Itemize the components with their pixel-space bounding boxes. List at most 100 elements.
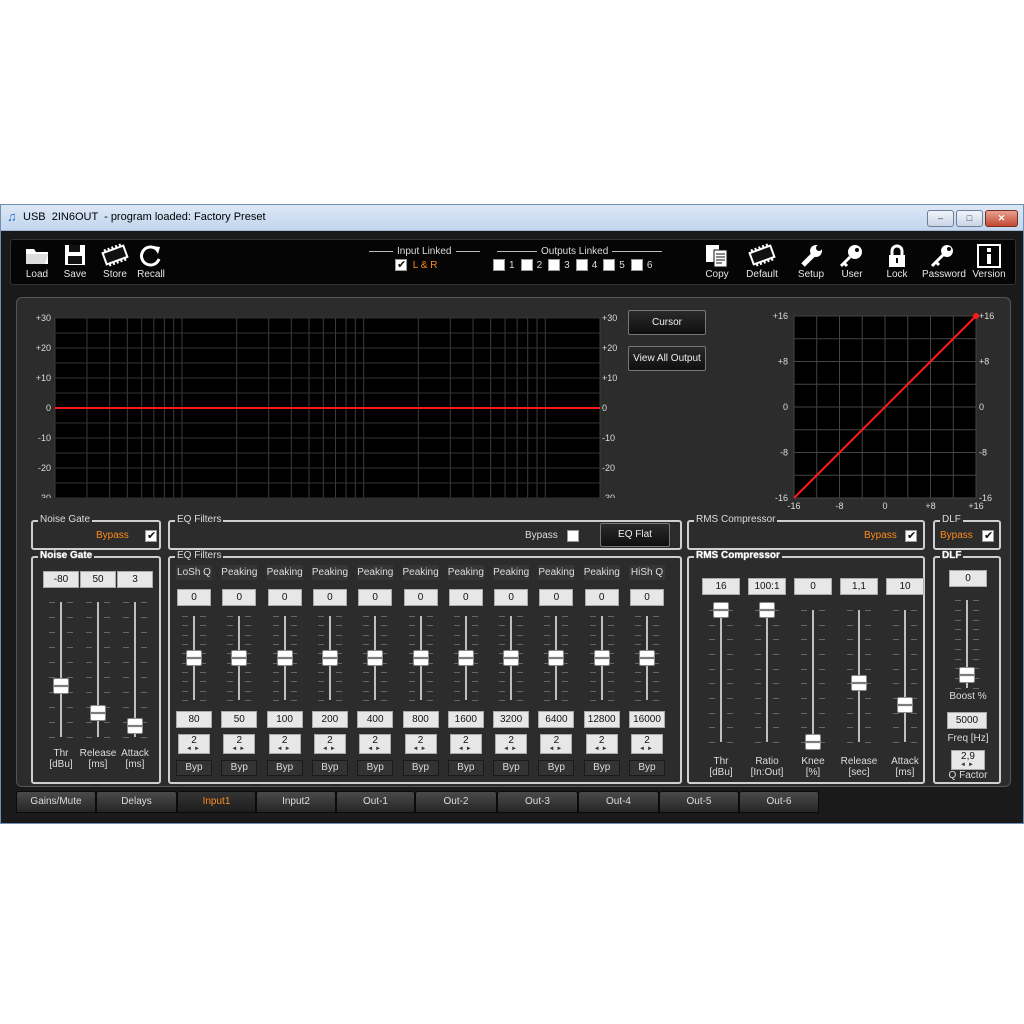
tab-out-6[interactable]: Out-6 bbox=[739, 791, 819, 813]
dlf-freq-value[interactable]: 5000 bbox=[947, 712, 987, 729]
eq-band-q-9[interactable]: 2 ◄► bbox=[585, 734, 618, 754]
eq-band-fader-8-thumb[interactable] bbox=[548, 650, 565, 666]
eq-response-graph[interactable]: +30+30+20+20+10+1000-10-10-20-20-30-3020… bbox=[25, 308, 625, 498]
output-link-checkbox-6[interactable] bbox=[630, 259, 643, 271]
eq-band-type-5[interactable]: Peaking bbox=[402, 565, 439, 580]
rms-bypass-checkbox[interactable] bbox=[905, 529, 917, 542]
eq-band-bypass-4[interactable]: Byp bbox=[357, 760, 394, 776]
eq-band-gain-8[interactable]: 0 bbox=[539, 589, 574, 606]
eq-band-freq-4[interactable]: 400 bbox=[357, 711, 394, 728]
close-button[interactable]: ✕ bbox=[985, 210, 1018, 227]
eq-band-fader-7-thumb[interactable] bbox=[503, 650, 520, 666]
output-link-checkbox-3[interactable] bbox=[548, 259, 561, 271]
password-button[interactable]: Password bbox=[922, 243, 966, 281]
eq-band-gain-0[interactable]: 0 bbox=[177, 589, 211, 606]
copy-button[interactable]: Copy bbox=[697, 243, 737, 281]
eq-band-fader-10-thumb[interactable] bbox=[639, 650, 655, 666]
eq-band-bypass-2[interactable]: Byp bbox=[266, 760, 303, 776]
rms-fader-1-thumb[interactable] bbox=[759, 602, 775, 618]
cursor-button[interactable]: Cursor bbox=[628, 310, 706, 335]
tab-delays[interactable]: Delays bbox=[96, 791, 177, 813]
output-link-checkbox-5[interactable] bbox=[603, 259, 616, 271]
eq-band-gain-3[interactable]: 0 bbox=[312, 589, 347, 606]
eq-band-gain-4[interactable]: 0 bbox=[358, 589, 393, 606]
input-linked-checkbox[interactable] bbox=[395, 258, 407, 271]
rms-fader-4-track[interactable] bbox=[904, 610, 906, 742]
eq-band-bypass-7[interactable]: Byp bbox=[493, 760, 530, 776]
eq-band-fader-2-thumb[interactable] bbox=[276, 650, 293, 666]
rms-fader-0-track[interactable] bbox=[720, 610, 722, 742]
output-link-checkbox-2[interactable] bbox=[520, 259, 533, 271]
version-button[interactable]: Version bbox=[969, 243, 1009, 281]
eq-band-fader-6-thumb[interactable] bbox=[457, 650, 474, 666]
maximize-button[interactable]: □ bbox=[956, 210, 983, 227]
eq-band-bypass-8[interactable]: Byp bbox=[538, 760, 575, 776]
eq-band-type-1[interactable]: Peaking bbox=[221, 565, 257, 580]
tab-out-2[interactable]: Out-2 bbox=[415, 791, 497, 813]
view-all-output-button[interactable]: View All Output bbox=[628, 346, 706, 371]
tab-out-1[interactable]: Out-1 bbox=[336, 791, 415, 813]
eq-band-freq-2[interactable]: 100 bbox=[266, 711, 303, 728]
eq-band-q-0[interactable]: 2 ◄► bbox=[178, 734, 210, 754]
eq-band-type-2[interactable]: Peaking bbox=[266, 565, 303, 580]
dlf-value[interactable]: 0 bbox=[949, 570, 987, 587]
tab-out-3[interactable]: Out-3 bbox=[497, 791, 578, 813]
eq-band-bypass-0[interactable]: Byp bbox=[176, 760, 212, 776]
dlf-q-value[interactable]: 2,9 ◄► bbox=[951, 750, 985, 770]
eq-band-bypass-5[interactable]: Byp bbox=[402, 760, 439, 776]
eq-band-freq-10[interactable]: 16000 bbox=[629, 711, 665, 728]
noise-gate-fader-1-thumb[interactable] bbox=[90, 704, 106, 721]
noise-gate-value-0[interactable]: -80 bbox=[43, 571, 79, 588]
store-button[interactable]: Store bbox=[95, 243, 135, 281]
eq-band-fader-4-thumb[interactable] bbox=[367, 650, 384, 666]
eq-band-q-10[interactable]: 2 ◄► bbox=[631, 734, 663, 754]
eq-band-bypass-9[interactable]: Byp bbox=[583, 760, 620, 776]
eq-flat-button[interactable]: EQ Flat bbox=[600, 523, 670, 547]
eq-band-freq-5[interactable]: 800 bbox=[402, 711, 439, 728]
lock-button[interactable]: Lock bbox=[877, 243, 917, 281]
eq-band-type-9[interactable]: Peaking bbox=[583, 565, 620, 580]
load-button[interactable]: Load bbox=[17, 243, 57, 281]
setup-button[interactable]: Setup bbox=[791, 243, 831, 281]
eq-band-freq-3[interactable]: 200 bbox=[311, 711, 348, 728]
eq-band-freq-8[interactable]: 6400 bbox=[538, 711, 575, 728]
eq-band-freq-7[interactable]: 3200 bbox=[493, 711, 530, 728]
eq-band-q-7[interactable]: 2 ◄► bbox=[495, 734, 528, 754]
eq-band-gain-7[interactable]: 0 bbox=[494, 589, 529, 606]
rms-fader-4-thumb[interactable] bbox=[897, 697, 913, 714]
eq-band-gain-10[interactable]: 0 bbox=[630, 589, 664, 606]
eq-band-type-4[interactable]: Peaking bbox=[357, 565, 393, 580]
dlf-boost-fader-thumb[interactable] bbox=[959, 666, 975, 683]
eq-band-bypass-6[interactable]: Byp bbox=[447, 760, 484, 776]
eq-band-type-0[interactable]: LoSh Q bbox=[176, 565, 212, 580]
eq-band-fader-0-thumb[interactable] bbox=[186, 650, 202, 666]
rms-value-2[interactable]: 0 bbox=[794, 578, 832, 595]
eq-band-gain-1[interactable]: 0 bbox=[222, 589, 257, 606]
rms-value-1[interactable]: 100:1 bbox=[748, 578, 786, 595]
eq-band-type-6[interactable]: Peaking bbox=[447, 565, 484, 580]
tab-out-4[interactable]: Out-4 bbox=[578, 791, 659, 813]
default-button[interactable]: Default bbox=[742, 243, 782, 281]
eq-band-fader-1-thumb[interactable] bbox=[231, 650, 248, 666]
rms-value-3[interactable]: 1,1 bbox=[840, 578, 878, 595]
noise-gate-fader-0-track[interactable] bbox=[60, 602, 62, 737]
eq-band-type-7[interactable]: Peaking bbox=[493, 565, 529, 580]
eq-bypass-checkbox[interactable] bbox=[567, 530, 579, 542]
noise-gate-fader-0-thumb[interactable] bbox=[53, 677, 69, 694]
eq-band-q-8[interactable]: 2 ◄► bbox=[540, 734, 573, 754]
rms-value-0[interactable]: 16 bbox=[702, 578, 740, 595]
eq-band-freq-1[interactable]: 50 bbox=[221, 711, 258, 728]
eq-band-fader-3-thumb[interactable] bbox=[321, 650, 338, 666]
tab-out-5[interactable]: Out-5 bbox=[659, 791, 739, 813]
eq-band-gain-5[interactable]: 0 bbox=[403, 589, 438, 606]
rms-fader-1-track[interactable] bbox=[766, 610, 768, 742]
minimize-button[interactable]: – bbox=[927, 210, 954, 227]
rms-fader-2-thumb[interactable] bbox=[805, 734, 821, 750]
eq-band-fader-5-thumb[interactable] bbox=[412, 650, 429, 666]
tab-input2[interactable]: Input2 bbox=[256, 791, 336, 813]
eq-band-q-4[interactable]: 2 ◄► bbox=[359, 734, 392, 754]
eq-band-q-1[interactable]: 2 ◄► bbox=[223, 734, 256, 754]
noise-gate-value-2[interactable]: 3 bbox=[117, 571, 153, 588]
tab-gains-mute[interactable]: Gains/Mute bbox=[16, 791, 96, 813]
dlf-bypass-checkbox[interactable] bbox=[982, 529, 994, 542]
